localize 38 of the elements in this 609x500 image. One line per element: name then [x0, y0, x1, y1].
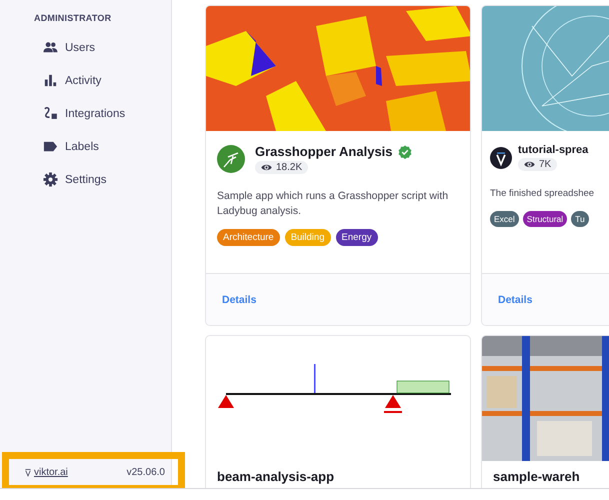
label-icon: [43, 139, 58, 154]
logo-icon: [25, 468, 31, 476]
website-link[interactable]: viktor.ai: [34, 466, 68, 478]
app-title: Grasshopper Analysis: [255, 144, 393, 159]
users-icon: [43, 40, 58, 55]
app-description: Sample app which runs a Grasshopper script with Ladybug analysis.: [217, 189, 450, 219]
app-title: tutorial-sprea: [518, 144, 588, 156]
section-title: ADMINISTRATOR: [34, 13, 112, 23]
tag: Energy: [336, 229, 378, 246]
tag: Architecture: [217, 229, 280, 246]
eye-icon: [261, 163, 272, 172]
app-card[interactable]: tutorial-sprea 7K The finished spreadshee Excel Structural Tu Details: [481, 5, 609, 326]
tag: Excel: [490, 211, 519, 227]
tag: Building: [284, 229, 330, 246]
tag: Tu: [571, 211, 589, 227]
settings-icon: [43, 172, 58, 187]
version-text: v25.06.0: [126, 466, 165, 478]
sidebar-item[interactable]: Integrations: [0, 97, 171, 130]
plug-icon: [43, 106, 58, 121]
app-card[interactable]: beam-analysis-app: [205, 335, 471, 488]
eye-icon: [524, 160, 535, 169]
details-link[interactable]: Details: [222, 294, 256, 306]
tag: Structural: [522, 211, 568, 227]
logo-icon: [490, 147, 512, 169]
app-description: The finished spreadshee: [490, 187, 596, 201]
sidebar-item[interactable]: Activity: [0, 64, 171, 97]
sidebar-item[interactable]: Settings: [0, 163, 171, 196]
app-title: beam-analysis-app: [217, 469, 334, 484]
views-chip: 7K: [518, 158, 558, 171]
app-card[interactable]: sample-wareh: [481, 335, 609, 488]
bar-chart-icon: [43, 73, 58, 88]
sidebar-item[interactable]: Users: [0, 31, 171, 64]
app-title: sample-wareh: [493, 469, 580, 484]
grasshopper-icon: [217, 145, 245, 173]
sidebar-item[interactable]: Labels: [0, 130, 171, 163]
details-link[interactable]: Details: [498, 294, 532, 306]
views-chip: 18.2K: [255, 161, 308, 174]
app-card[interactable]: Grasshopper Analysis 18.2K Sample app which runs a Grasshopper script with Ladybug analysis. Architecture Building Energy Details: [205, 5, 471, 326]
